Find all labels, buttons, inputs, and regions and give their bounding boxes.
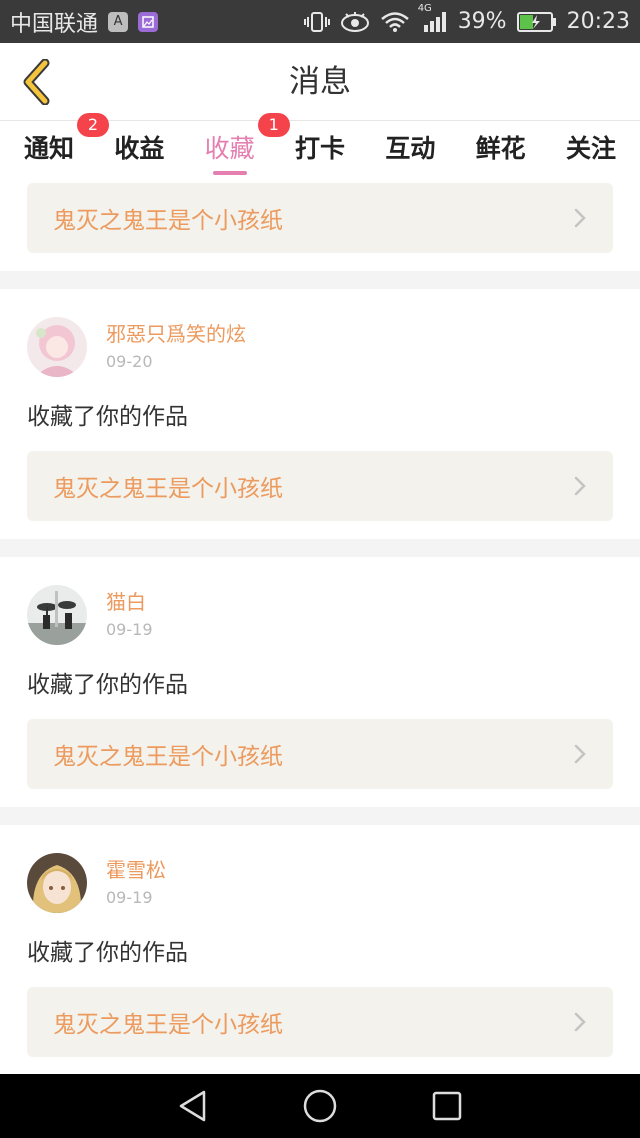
avatar[interactable] [27,853,87,913]
tab-interactions[interactable]: 互动 [385,121,435,179]
list-item: 鬼灭之鬼王是个小孩纸 [0,179,640,271]
wifi-icon [380,11,410,33]
tab-label: 关注 [565,134,616,163]
chevron-right-icon [574,476,586,496]
top-app-bar: 消息 [0,43,640,121]
back-button[interactable] [14,57,58,107]
tab-label: 打卡 [294,134,345,163]
action-text: 收藏了你的作品 [27,404,188,430]
work-link[interactable]: 鬼灭之鬼王是个小孩纸 [27,719,613,789]
system-navigation-bar [0,1074,640,1138]
timestamp: 09-19 [106,888,153,907]
work-link[interactable]: 鬼灭之鬼王是个小孩纸 [27,987,613,1057]
tab-favorites[interactable]: 收藏 1 [204,113,290,179]
username[interactable]: 猫白 [106,588,153,616]
work-link[interactable]: 鬼灭之鬼王是个小孩纸 [27,183,613,253]
battery-charging-icon [516,11,557,33]
carrier-name: 中国联通 [10,11,99,37]
action-text: 收藏了你的作品 [27,940,188,966]
nav-recents-button[interactable] [423,1082,471,1130]
chevron-right-icon [574,208,586,228]
username[interactable]: 邪惡只爲笑的炫 [106,320,246,348]
square-recents-icon [432,1091,461,1121]
unread-badge: 2 [77,113,110,137]
circle-home-icon [303,1089,337,1123]
username[interactable]: 霍雪松 [106,856,166,884]
cellular-signal-icon: 4G [418,3,448,33]
notification-image-icon [138,11,159,32]
chevron-right-icon [574,1012,586,1032]
message-tabs: 通知 2 收益 收藏 1 打卡 互动 鲜花 关注 [0,113,640,179]
tab-notifications[interactable]: 通知 2 [24,113,110,179]
list-item: 霍雪松 09-19 收藏了你的作品 鬼灭之鬼王是个小孩纸 [0,825,640,1074]
tab-label: 收益 [114,134,165,163]
avatar[interactable] [27,585,87,645]
unread-badge: 1 [257,113,290,137]
tab-label: 鲜花 [475,134,526,163]
tab-label: 互动 [385,134,436,163]
notification-a-icon: A [108,11,129,32]
work-title: 鬼灭之鬼王是个小孩纸 [53,476,283,502]
triangle-back-icon [180,1090,206,1122]
tab-flowers[interactable]: 鲜花 [476,121,526,179]
vibrate-icon [303,11,330,33]
status-bar: 中国联通 A 4G 39% 20:23 [0,0,640,43]
tab-checkin[interactable]: 打卡 [295,121,345,179]
timestamp: 09-19 [106,620,153,639]
avatar[interactable] [27,317,87,377]
tab-label: 通知 [24,134,75,163]
clock: 20:23 [566,9,630,34]
chevron-right-icon [574,744,586,764]
nav-home-button[interactable] [296,1082,344,1130]
network-type-label: 4G [417,2,432,14]
tab-earnings[interactable]: 收益 [114,121,164,179]
timestamp: 09-20 [106,352,153,371]
work-title: 鬼灭之鬼王是个小孩纸 [53,1012,283,1038]
work-title: 鬼灭之鬼王是个小孩纸 [53,744,283,770]
tab-follows[interactable]: 关注 [566,121,616,179]
nav-back-button[interactable] [169,1082,217,1130]
eye-icon [340,11,370,33]
list-item: 猫白 09-19 收藏了你的作品 鬼灭之鬼王是个小孩纸 [0,557,640,807]
page-title: 消息 [289,64,351,100]
tab-label: 收藏 [204,134,255,163]
active-tab-indicator [212,171,247,175]
work-link[interactable]: 鬼灭之鬼王是个小孩纸 [27,451,613,521]
list-item: 邪惡只爲笑的炫 09-20 收藏了你的作品 鬼灭之鬼王是个小孩纸 [0,289,640,539]
battery-percent: 39% [457,9,507,34]
favorites-feed[interactable]: 鬼灭之鬼王是个小孩纸 邪惡只爲笑的炫 09-20 收藏了你的作品 鬼灭之鬼王是个… [0,179,640,1074]
action-text: 收藏了你的作品 [27,672,188,698]
work-title: 鬼灭之鬼王是个小孩纸 [53,208,283,234]
back-chevron-icon [23,59,50,105]
